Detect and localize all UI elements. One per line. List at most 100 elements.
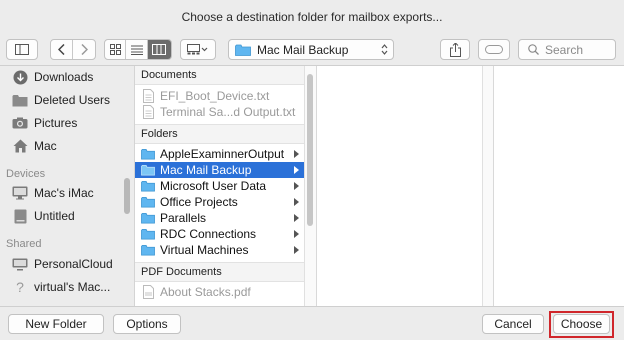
- options-label: Options: [126, 317, 168, 331]
- browser-column-3: [494, 66, 624, 306]
- sidebar-scrollbar[interactable]: [124, 178, 130, 214]
- text-file-icon: [142, 105, 154, 119]
- sidebar-item-label: PersonalCloud: [34, 257, 113, 271]
- list-item[interactable]: Mac Mail Backup: [135, 162, 304, 178]
- choose-label: Choose: [560, 317, 603, 331]
- file-name: About Stacks.pdf: [160, 285, 251, 299]
- drive-icon: [14, 209, 26, 223]
- browser-column-1: Documents EFI_Boot_Device.txt Terminal S…: [134, 66, 304, 306]
- sidebar-item-label: Pictures: [34, 116, 78, 130]
- sidebar-icon: [15, 44, 29, 55]
- list-item[interactable]: EFI_Boot_Device.txt: [135, 88, 304, 104]
- folder-icon: [141, 180, 155, 192]
- new-folder-button[interactable]: New Folder: [8, 314, 104, 334]
- share-icon: [449, 42, 461, 57]
- back-button[interactable]: [51, 40, 74, 59]
- dialog-footer: New Folder Options Cancel Choose: [0, 306, 624, 340]
- pdf-file-icon: [142, 285, 154, 299]
- folder-icon: [12, 94, 28, 106]
- sidebar-section-devices: Devices: [6, 168, 46, 180]
- gallery-view-icon: [187, 44, 208, 55]
- tag-button[interactable]: [478, 39, 510, 60]
- choose-button[interactable]: Choose: [553, 314, 610, 334]
- disclosure-arrow-icon: [294, 230, 299, 238]
- location-select[interactable]: Mac Mail Backup: [228, 39, 394, 60]
- list-item[interactable]: Virtual Machines: [135, 242, 304, 258]
- folder-icon: [141, 148, 155, 160]
- folder-icon: [141, 196, 155, 208]
- column-view-button[interactable]: [147, 40, 171, 59]
- dialog-title-bar: Choose a destination folder for mailbox …: [0, 0, 624, 34]
- view-mode-control: [104, 39, 172, 60]
- disclosure-arrow-icon: [294, 150, 299, 158]
- cancel-label: Cancel: [494, 317, 532, 331]
- list-item[interactable]: Parallels: [135, 210, 304, 226]
- download-icon: [13, 70, 27, 84]
- folder-name: Office Projects: [160, 195, 238, 209]
- home-icon: [13, 139, 27, 153]
- disclosure-arrow-icon: [294, 198, 299, 206]
- display-icon: [12, 258, 28, 270]
- sidebar-item-label: Mac's iMac: [34, 186, 94, 200]
- section-header-documents: Documents: [135, 66, 304, 85]
- forward-button[interactable]: [73, 40, 95, 59]
- share-button[interactable]: [440, 39, 470, 60]
- folder-icon: [141, 212, 155, 224]
- dialog-title: Choose a destination folder for mailbox …: [181, 10, 443, 24]
- list-view-icon: [130, 45, 143, 55]
- folder-icon: [235, 44, 251, 56]
- sidebar-item-downloads[interactable]: Downloads: [0, 66, 134, 88]
- folder-icon: [141, 244, 155, 256]
- question-icon: ?: [16, 279, 24, 295]
- list-item[interactable]: RDC Connections: [135, 226, 304, 242]
- disclosure-arrow-icon: [294, 182, 299, 190]
- section-header-pdf-documents: PDF Documents: [135, 262, 304, 282]
- icon-view-icon: [109, 44, 121, 55]
- sidebar-item-untitled[interactable]: Untitled: [0, 205, 134, 227]
- imac-icon: [12, 186, 28, 200]
- forward-icon: [80, 44, 88, 55]
- list-item[interactable]: About Stacks.pdf: [135, 284, 304, 300]
- folder-icon: [141, 164, 155, 176]
- list-item[interactable]: Office Projects: [135, 194, 304, 210]
- search-field[interactable]: Search: [518, 39, 616, 60]
- sidebar-item-label: Downloads: [34, 70, 94, 84]
- sidebar-item-macs-imac[interactable]: Mac's iMac: [0, 182, 134, 204]
- toolbar: Mac Mail Backup Search: [0, 34, 624, 66]
- options-button[interactable]: Options: [113, 314, 181, 334]
- column-1-scrollbar[interactable]: [307, 74, 313, 226]
- location-label: Mac Mail Backup: [257, 42, 349, 57]
- back-icon: [58, 44, 65, 55]
- sidebar-item-virtuals-mac[interactable]: ? virtual's Mac...: [0, 276, 134, 298]
- tag-icon: [485, 45, 503, 54]
- gallery-view-button[interactable]: [180, 39, 216, 60]
- sidebar-toggle-button[interactable]: [6, 39, 38, 60]
- search-placeholder: Search: [545, 42, 584, 57]
- column-view-icon: [152, 44, 167, 55]
- list-item[interactable]: AppleExaminnerOutput: [135, 146, 304, 162]
- folder-name: Mac Mail Backup: [160, 163, 252, 177]
- column-2-scrollbar-track: [482, 66, 494, 306]
- folder-icon: [141, 228, 155, 240]
- disclosure-arrow-icon: [294, 246, 299, 254]
- list-item[interactable]: Microsoft User Data: [135, 178, 304, 194]
- icon-view-button[interactable]: [105, 40, 127, 59]
- text-file-icon: [142, 89, 154, 103]
- sidebar: Downloads Deleted Users Pictures Mac Dev…: [0, 66, 134, 306]
- sidebar-item-personalcloud[interactable]: PersonalCloud: [0, 253, 134, 275]
- chevron-updown-icon: [381, 44, 388, 55]
- list-view-button[interactable]: [126, 40, 148, 59]
- list-item[interactable]: Terminal Sa...d Output.txt: [135, 104, 304, 120]
- disclosure-arrow-icon: [294, 166, 299, 174]
- file-name: Terminal Sa...d Output.txt: [160, 105, 296, 119]
- sidebar-item-mac[interactable]: Mac: [0, 135, 134, 157]
- sidebar-item-pictures[interactable]: Pictures: [0, 112, 134, 134]
- section-header-folders: Folders: [135, 124, 304, 144]
- sidebar-section-shared: Shared: [6, 238, 42, 250]
- sidebar-item-deleted-users[interactable]: Deleted Users: [0, 89, 134, 111]
- sidebar-item-label: Untitled: [34, 209, 75, 223]
- cancel-button[interactable]: Cancel: [482, 314, 544, 334]
- file-name: EFI_Boot_Device.txt: [160, 89, 270, 103]
- search-icon: [528, 44, 539, 55]
- folder-name: Microsoft User Data: [160, 179, 267, 193]
